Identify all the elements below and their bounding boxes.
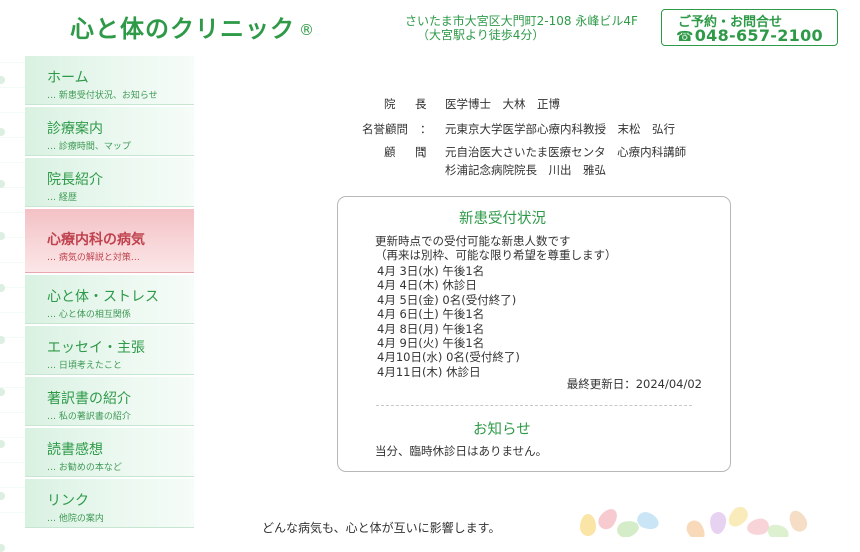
sidebar-item-desc: … 新患受付状況、お知らせ [47,91,158,101]
access-note: （大宮駅より徒歩4分） [417,28,545,42]
decorative-dot [0,232,5,240]
petal-shape [709,511,727,535]
decorative-dot [0,440,5,448]
sidebar-item-title: 院長紹介 [47,172,103,188]
site-logo[interactable]: 心と体のクリニック ® [70,9,315,44]
contact-phone[interactable]: ☎048-657-2100 [676,26,823,45]
sidebar-item-desc: … 経歴 [47,193,77,203]
notice-title: お知らせ [473,422,531,438]
sidebar-item-title: 著訳書の紹介 [47,391,131,407]
sidebar-item-desc: … 私の著訳書の紹介 [47,412,131,422]
decorative-dot [0,336,5,344]
notice-text: 当分、臨時休診日はありません。 [375,444,548,458]
intake-day: 4月11日(木) 休診日 [377,364,481,379]
staff-role: 名誉顧問 [362,122,408,136]
sidebar-item-1[interactable]: ホーム … 新患受付状況、お知らせ [25,56,194,105]
petal-shape [745,517,771,537]
intake-intro: 更新時点での受付可能な新患人数です [375,234,571,248]
decorative-dots [0,60,18,552]
staff-colon: ： [420,122,432,136]
intake-day: 4月 4日(木) 休診日 [377,278,477,293]
petal-shape [580,514,596,536]
intake-day: 4月 9日(火) 午後1名 [377,336,485,350]
staff-colon: ： [420,97,432,111]
intake-day: 4月10日(水) 0名(受付終了) [377,350,520,365]
sidebar-item-2[interactable]: 診療案内 … 診療時間、マップ [25,107,194,156]
sidebar-item-9[interactable]: リンク … 他院の案内 [25,479,194,528]
intake-day: 4月 5日(金) 0名(受付終了) [377,292,517,307]
intake-status-panel: 新患受付状況 更新時点での受付可能な新患人数です （再来は別枠、可能な限り希望を… [337,196,731,472]
sidebar-item-6[interactable]: エッセイ・主張 … 日頃考えたこと [25,326,194,375]
intake-day: 4月 6日(土) 午後1名 [377,307,485,322]
intro-text: どんな病気も、心と体が互いに影響します。 [262,521,501,535]
sidebar-item-desc: … 他院の案内 [47,514,104,524]
contact-box[interactable]: ご予約・お問合せ ☎048-657-2100 [661,9,838,46]
sidebar-item-desc: … 診療時間、マップ [47,142,131,152]
staff-name: 元東京大学医学部心療内科教授 末松 弘行 [445,122,675,136]
sidebar-item-4[interactable]: 心療内科の病気 … 病気の解説と対策… [25,209,194,273]
decorative-dot [0,492,5,500]
sidebar-item-title: リンク [47,493,89,509]
decorative-petals [560,500,860,537]
sidebar-item-title: 読書感想 [47,442,103,458]
logo-text: 心と体のクリニック [70,15,295,43]
sidebar-item-title: 心療内科の病気 [47,232,145,248]
decorative-dot [0,284,5,292]
sidebar-item-desc: … お勧めの本など [47,463,122,473]
sidebar-item-title: エッセイ・主張 [47,340,145,356]
staff-name: 元自治医大さいたま医療センタ 心療内科講師 [445,145,687,159]
sidebar-item-desc: … 病気の解説と対策… [47,253,140,263]
intake-title: 新患受付状況 [459,211,546,227]
decorative-dot [0,128,5,136]
decorative-dot [0,544,5,552]
sidebar-nav: ホーム … 新患受付状況、お知らせ診療案内 … 診療時間、マップ院長紹介 … 経歴心療… [25,56,194,530]
petal-shape [785,507,811,535]
address-line: さいたま市大宮区大門町2-108 永峰ビル4F [405,14,638,28]
section-divider [376,405,692,406]
sidebar-item-title: 診療案内 [47,121,103,137]
sidebar-item-desc: … 日頃考えたこと [47,361,122,371]
intake-day: 4月 8日(月) 午後1名 [377,321,485,336]
staff-name: 杉浦記念病院院長 川出 雅弘 [445,163,606,177]
decorative-dot [0,180,5,188]
sidebar-item-3[interactable]: 院長紹介 … 経歴 [25,158,194,207]
sidebar-item-8[interactable]: 読書感想 … お勧めの本など [25,428,194,477]
intake-day: 4月 3日(水) 午後1名 [377,264,485,278]
phone-number: 048-657-2100 [694,26,823,45]
site-header: 心と体のクリニック ® さいたま市大宮区大門町2-108 永峰ビル4F （大宮駅よ… [0,0,860,56]
petal-shape [683,517,709,537]
staff-colon: ： [420,145,432,159]
registered-mark: ® [299,21,315,39]
clinic-address: さいたま市大宮区大門町2-108 永峰ビル4F （大宮駅より徒歩4分） [405,14,638,42]
sidebar-item-desc: … 心と体の相互関係 [47,310,131,320]
petal-shape [634,509,662,533]
sidebar-item-5[interactable]: 心と体・ストレス … 心と体の相互関係 [25,275,194,324]
decorative-dot [0,388,5,396]
sidebar-item-title: ホーム [47,70,89,86]
decorative-dot [0,76,5,84]
sidebar-item-7[interactable]: 著訳書の紹介 … 私の著訳書の紹介 [25,377,194,426]
sidebar-item-title: 心と体・ストレス [47,289,159,305]
last-updated: 最終更新日：2024/04/02 [566,377,702,391]
intake-intro-note: （再来は別枠、可能な限り希望を尊重します） [375,248,617,262]
phone-icon: ☎ [676,29,694,45]
staff-name: 医学博士 大林 正博 [445,97,560,111]
